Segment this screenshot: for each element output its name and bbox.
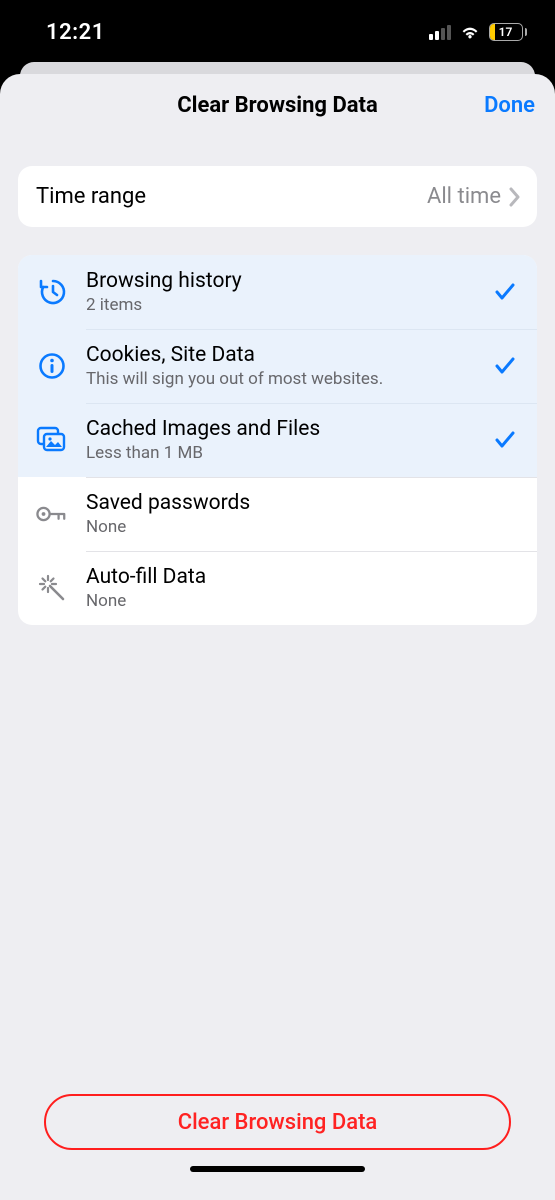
- checkmark-icon: [491, 354, 519, 378]
- option-subtitle: This will sign you out of most websites.: [86, 369, 473, 389]
- wand-icon: [36, 572, 68, 604]
- option-subtitle: 2 items: [86, 295, 473, 315]
- page-title: Clear Browsing Data: [177, 93, 378, 118]
- chevron-right-icon: [509, 187, 521, 207]
- checkmark-icon: [491, 280, 519, 304]
- battery-icon: 17: [489, 23, 528, 41]
- modal-sheet: Clear Browsing Data Done Time range All …: [0, 74, 555, 1200]
- option-title: Auto-fill Data: [86, 565, 473, 589]
- done-button[interactable]: Done: [484, 74, 535, 136]
- info-icon: [36, 350, 68, 382]
- option-title: Saved passwords: [86, 491, 473, 515]
- option-passwords[interactable]: Saved passwords None: [18, 477, 537, 551]
- status-bar: 12:21 17: [0, 0, 555, 64]
- wifi-icon: [459, 24, 481, 40]
- time-range-label: Time range: [36, 184, 146, 209]
- option-title: Cookies, Site Data: [86, 343, 473, 367]
- cellular-icon: [429, 24, 451, 40]
- key-icon: [36, 498, 68, 530]
- time-range-value: All time: [427, 184, 501, 209]
- time-range-card: Time range All time: [18, 166, 537, 227]
- option-cookies[interactable]: Cookies, Site Data This will sign you ou…: [18, 329, 537, 403]
- option-browsing-history[interactable]: Browsing history 2 items: [18, 255, 537, 329]
- option-autofill[interactable]: Auto-fill Data None: [18, 551, 537, 625]
- clear-browsing-data-button[interactable]: Clear Browsing Data: [44, 1094, 511, 1150]
- options-card: Browsing history 2 items Cookies, Site D…: [18, 255, 537, 625]
- option-subtitle: None: [86, 591, 473, 611]
- time-range-row[interactable]: Time range All time: [18, 166, 537, 227]
- option-title: Browsing history: [86, 269, 473, 293]
- history-icon: [36, 276, 68, 308]
- images-icon: [36, 424, 68, 456]
- status-time: 12:21: [46, 20, 105, 45]
- status-indicators: 17: [429, 23, 528, 41]
- battery-percent: 17: [499, 25, 513, 39]
- option-title: Cached Images and Files: [86, 417, 473, 441]
- option-cache[interactable]: Cached Images and Files Less than 1 MB: [18, 403, 537, 477]
- home-indicator: [190, 1166, 365, 1172]
- option-subtitle: Less than 1 MB: [86, 443, 473, 463]
- sheet-header: Clear Browsing Data Done: [0, 74, 555, 136]
- option-subtitle: None: [86, 517, 473, 537]
- checkmark-icon: [491, 428, 519, 452]
